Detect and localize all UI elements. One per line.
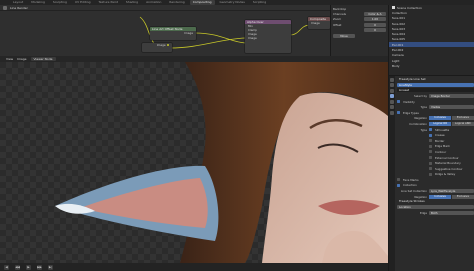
edge-mark-checkbox[interactable] — [429, 144, 432, 148]
play-button[interactable]: ▶ — [26, 264, 31, 270]
negation-toggle[interactable]: Inclusive Exclusive — [429, 116, 474, 121]
composite-image-socket: Image — [311, 21, 320, 25]
external-contour-checkbox[interactable] — [429, 156, 432, 160]
composite-node[interactable]: Composite Image — [308, 17, 330, 29]
rendered-image — [0, 56, 388, 263]
move-button[interactable]: Move — [333, 33, 355, 38]
jump-end-button[interactable]: ▶| — [48, 264, 53, 270]
properties-body: Freestyle Line Set LineStyle Lineset Sel… — [396, 76, 474, 271]
ridge-valley-checkbox[interactable] — [429, 172, 432, 176]
offset-x-field[interactable]: 0 — [364, 22, 386, 27]
collection-negation-toggle[interactable]: Inclusive Exclusive — [429, 194, 474, 199]
prop-row: Edge Both — [397, 210, 474, 216]
border-checkbox[interactable] — [429, 139, 432, 143]
lineart-node[interactable]: Line Art Offset Node Image — [150, 27, 196, 40]
world-tab-icon[interactable] — [390, 105, 394, 109]
lineset-list-item[interactable]: LineStyle — [397, 82, 474, 87]
contour-checkbox[interactable] — [429, 150, 432, 154]
crease-checkbox[interactable] — [429, 133, 432, 137]
viewer-header: View Image Viewer Node — [0, 56, 388, 62]
step-back-button[interactable]: ◀◀ — [15, 264, 20, 270]
channels-field[interactable]: Color & A — [364, 12, 386, 17]
image-viewer[interactable]: View Image Viewer Node — [0, 56, 388, 263]
render-tab-icon[interactable] — [390, 83, 394, 87]
node-editor-header: Line Render — [0, 5, 330, 11]
editor-type-icon[interactable] — [3, 5, 7, 10]
outliner-item[interactable]: Body — [389, 63, 474, 68]
lineset-name-field[interactable]: Lineset — [397, 88, 474, 93]
visibility-checkbox[interactable] — [397, 100, 400, 104]
face-marks-checkbox[interactable] — [397, 178, 400, 182]
prop-row: Select by Image Border — [397, 93, 474, 99]
properties-editor: Freestyle Line Set LineStyle Lineset Sel… — [388, 75, 474, 271]
zoom-field[interactable]: 1.00 — [364, 17, 386, 22]
node-tree-name[interactable]: Line Render — [10, 6, 28, 10]
visibility-type-field[interactable]: Visible — [429, 105, 474, 110]
properties-tab-bar — [389, 76, 395, 271]
location-field[interactable]: Location — [397, 205, 474, 210]
silhouette-checkbox[interactable] — [429, 128, 432, 132]
wire-lineart-to-alpha — [194, 32, 246, 44]
collection-icon — [392, 6, 395, 10]
move-row: Move — [333, 33, 386, 38]
prop-row: LineStyle — [397, 82, 474, 88]
step-forward-button[interactable]: ▶▶ — [37, 264, 42, 270]
collection-checkbox[interactable] — [397, 183, 400, 187]
node-editor[interactable]: Line Render Image Line Art Offset Node I… — [0, 5, 330, 56]
alpha-over-node[interactable]: Alpha Over Mix Clamp Image Image — [245, 20, 291, 53]
suggestive-contour-checkbox[interactable] — [429, 167, 432, 171]
line-set-collection-field[interactable]: Lyra_WallFacelyle — [429, 189, 474, 194]
output-tab-icon[interactable] — [390, 88, 394, 93]
timeline-controls: ◀ ◀◀ ▶ ▶▶ ▶| — [0, 263, 388, 271]
edge-types-checkbox[interactable] — [397, 111, 400, 115]
prop-row: Combination Logical OR Logical AND — [397, 121, 474, 127]
prop-row: Negation Inclusive Exclusive — [397, 116, 474, 122]
lineart-image-socket: Image — [184, 31, 193, 35]
image-node[interactable]: Image — [142, 43, 172, 52]
menu-view[interactable]: View — [6, 57, 13, 61]
viewer-node-selector[interactable]: Viewer Node — [30, 57, 56, 61]
blender-window: Layout Modeling Sculpting UV Editing Tex… — [0, 0, 474, 271]
menu-image[interactable]: Image — [17, 57, 26, 61]
offset-y-field[interactable]: 0 — [364, 28, 386, 33]
node-editor-sidebar: Backdrop Channels Color & A Zoom 1.00 Offs… — [330, 5, 388, 56]
edge-field[interactable]: Both — [429, 210, 474, 215]
object-tab-icon[interactable] — [390, 110, 394, 115]
tool-tab-icon[interactable] — [390, 77, 394, 82]
combination-toggle[interactable]: Logical OR Logical AND — [429, 121, 474, 126]
select-by-field[interactable]: Image Border — [429, 93, 474, 98]
image-output-socket: Image — [142, 43, 172, 47]
alpha-image-row-b: Image — [248, 36, 257, 40]
view-layer-tab-icon[interactable] — [390, 94, 394, 98]
jump-start-button[interactable]: ◀ — [4, 264, 9, 270]
material-boundary-checkbox[interactable] — [429, 161, 432, 165]
wire-alpha-to-composite — [289, 24, 311, 36]
outliner[interactable]: Scene Collection Collection face.001 fac… — [388, 5, 474, 75]
scene-tab-icon[interactable] — [390, 99, 394, 104]
